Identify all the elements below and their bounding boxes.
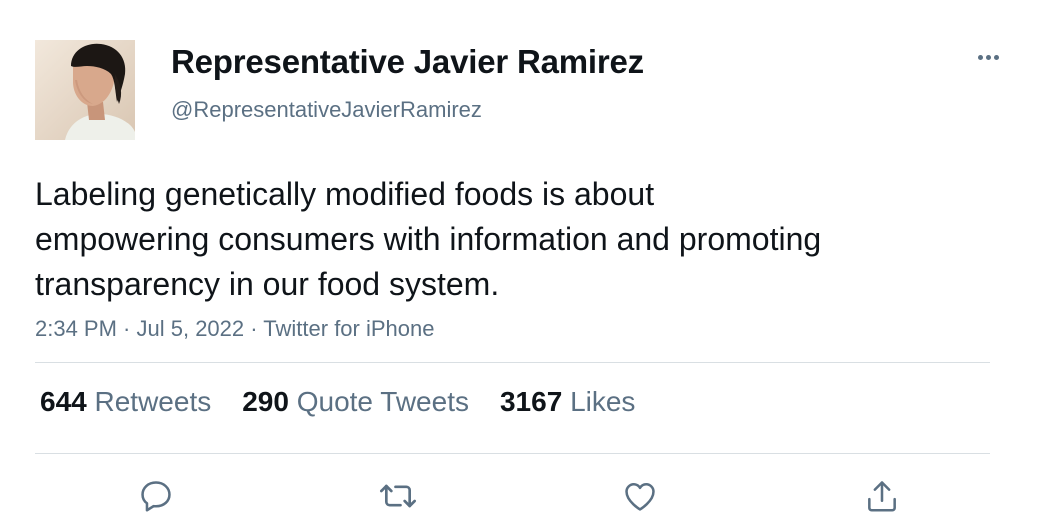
retweet-icon [380, 484, 416, 508]
share-icon [868, 481, 896, 512]
user-handle[interactable]: @RepresentativeJavierRamirez [171, 97, 482, 123]
retweets-label: Retweets [94, 386, 212, 417]
quote-tweets-stat[interactable]: 290 Quote Tweets [242, 386, 469, 418]
meta-separator: · [116, 316, 137, 341]
heart-icon [625, 483, 655, 511]
reply-button[interactable] [134, 474, 178, 518]
tweet-source[interactable]: Twitter for iPhone [263, 316, 434, 341]
more-dot [985, 54, 991, 60]
quote-tweets-count: 290 [242, 386, 289, 417]
reply-icon [141, 481, 171, 512]
like-button[interactable] [618, 474, 662, 518]
likes-stat[interactable]: 3167 Likes [500, 386, 635, 418]
divider [35, 362, 990, 363]
avatar-photo [35, 40, 135, 140]
retweet-button[interactable] [376, 474, 420, 518]
tweet-text-line: transparency in our food system. [35, 266, 500, 302]
retweets-count: 644 [40, 386, 87, 417]
meta-separator: · [244, 316, 264, 341]
more-dot [993, 54, 999, 60]
display-name[interactable]: Representative Javier Ramirez [171, 43, 644, 81]
tweet-date[interactable]: Jul 5, 2022 [137, 316, 245, 341]
tweet-text-line: empowering consumers with information an… [35, 221, 822, 257]
divider [35, 453, 990, 454]
tweet-time[interactable]: 2:34 PM [35, 316, 117, 341]
more-options-button[interactable] [968, 42, 1008, 72]
tweet-text: Labeling genetically modified foods is a… [35, 172, 935, 307]
quote-tweets-label: Quote Tweets [296, 386, 469, 417]
more-horizontal-icon [977, 54, 983, 60]
share-button[interactable] [860, 474, 904, 518]
likes-count: 3167 [499, 386, 563, 417]
likes-label: Likes [570, 386, 636, 417]
tweet-card: Representative Javier Ramirez @Represent… [0, 0, 1050, 525]
tweet-meta: 2:34 PM · Jul 5, 2022 · Twitter for iPho… [35, 316, 434, 342]
tweet-stats: 644 Retweets 290 Quote Tweets 3167 Likes [40, 386, 635, 418]
avatar[interactable] [35, 40, 135, 140]
tweet-text-line: Labeling genetically modified foods is a… [35, 176, 655, 212]
retweets-stat[interactable]: 644 Retweets [40, 386, 211, 418]
